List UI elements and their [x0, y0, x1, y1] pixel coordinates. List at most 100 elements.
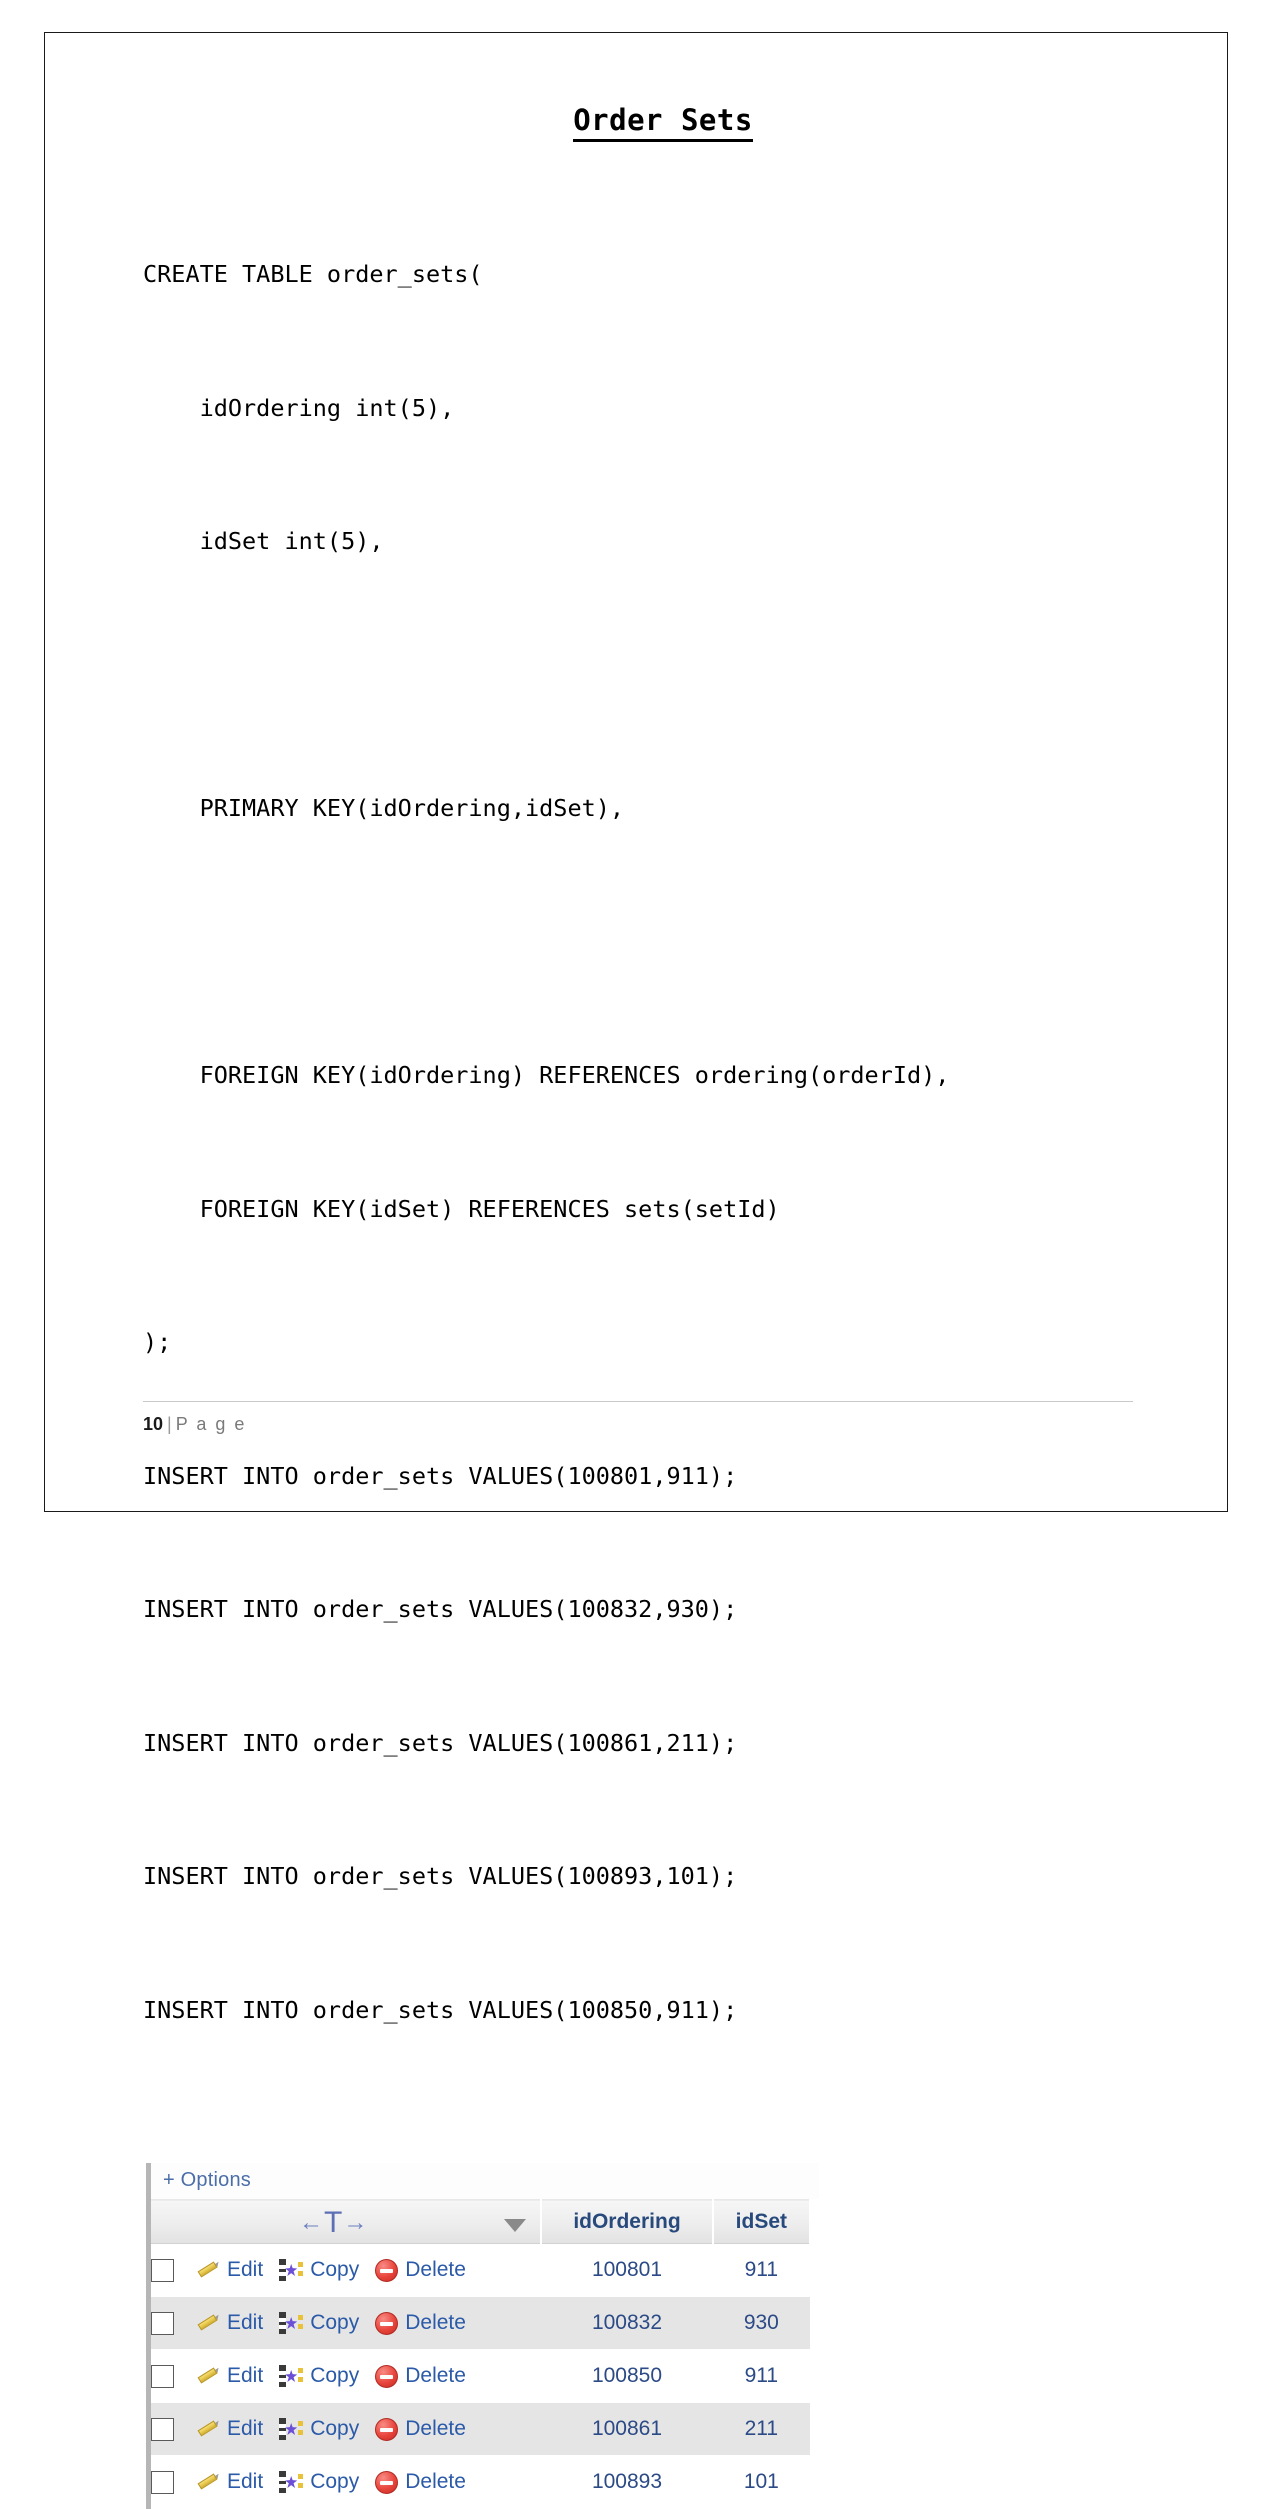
edit-action[interactable]: Edit: [196, 2470, 263, 2494]
delete-label: Delete: [405, 2311, 466, 2334]
page-content: Order Sets CREATE TABLE order_sets( idOr…: [143, 103, 1133, 2509]
row-select-checkbox[interactable]: [151, 2258, 174, 2282]
sql-line: INSERT INTO order_sets VALUES(100893,101…: [143, 1862, 738, 1890]
delete-label: Delete: [405, 2417, 466, 2440]
column-header-actions: ←T→: [151, 2199, 543, 2244]
copy-action[interactable]: Copy: [279, 2311, 359, 2335]
arrow-right-icon[interactable]: →: [343, 2209, 368, 2236]
delete-action[interactable]: Delete: [375, 2258, 466, 2282]
column-header-idset[interactable]: idSet: [712, 2199, 812, 2244]
copy-action[interactable]: Copy: [279, 2258, 359, 2282]
delete-action[interactable]: Delete: [375, 2364, 466, 2388]
row-select-checkbox[interactable]: [151, 2470, 174, 2494]
edit-label: Edit: [227, 2258, 264, 2281]
cell-idset: 101: [712, 2455, 810, 2509]
column-header-idordering[interactable]: idOrdering: [541, 2199, 714, 2244]
copy-label: Copy: [310, 2311, 360, 2334]
row-actions-cell: Edit Copy Delete: [151, 2243, 542, 2297]
page-title-text: Order Sets: [573, 103, 753, 142]
delete-icon: [375, 2258, 399, 2282]
cell-idordering: 100801: [541, 2243, 713, 2297]
options-toggle[interactable]: + Options: [151, 2163, 819, 2199]
delete-label: Delete: [405, 2470, 466, 2493]
cell-idordering: 100832: [541, 2296, 713, 2350]
sql-line: idOrdering int(5),: [143, 393, 455, 422]
page-frame: Order Sets CREATE TABLE order_sets( idOr…: [44, 32, 1228, 2509]
table-row: Edit Copy Delete: [151, 2296, 810, 2350]
footer-separator: |: [167, 1414, 172, 1434]
pencil-icon: [196, 2472, 220, 2492]
delete-action[interactable]: Delete: [375, 2417, 466, 2441]
edit-action[interactable]: Edit: [196, 2417, 263, 2441]
table-row: Edit Copy Delete: [151, 2402, 810, 2456]
delete-icon: [375, 2417, 399, 2441]
edit-label: Edit: [227, 2311, 264, 2334]
sql-line: INSERT INTO order_sets VALUES(100832,930…: [143, 1595, 738, 1623]
row-select-checkbox[interactable]: [151, 2364, 174, 2388]
edit-label: Edit: [227, 2470, 264, 2493]
delete-label: Delete: [405, 2364, 466, 2387]
footer-divider: [143, 1401, 1133, 1402]
pencil-icon: [196, 2366, 220, 2386]
delete-icon: [375, 2311, 399, 2335]
sql-line: CREATE TABLE order_sets(: [143, 260, 483, 288]
sql-code-block: CREATE TABLE order_sets( idOrdering int(…: [143, 163, 1133, 2121]
row-actions-cell: Edit Copy Delete: [151, 2296, 542, 2350]
footer-page-number: 10: [143, 1414, 164, 1434]
cell-idordering: 100893: [541, 2455, 713, 2509]
sql-line-blank: [143, 920, 1133, 965]
delete-icon: [375, 2364, 399, 2388]
edit-action[interactable]: Edit: [196, 2258, 263, 2282]
page-title: Order Sets: [143, 103, 1133, 142]
edit-label: Edit: [227, 2364, 264, 2387]
cell-idset: 911: [712, 2243, 810, 2297]
page-footer: 10 | P a g e: [143, 1401, 1133, 1435]
pencil-icon: [196, 2260, 220, 2280]
delete-action[interactable]: Delete: [375, 2311, 466, 2335]
cell-idset: 911: [712, 2349, 810, 2403]
sql-line: INSERT INTO order_sets VALUES(100861,211…: [143, 1728, 738, 1757]
phpmyadmin-result-panel: + Options ←T→ idOrdering idSet Edit Copy…: [146, 2163, 819, 2509]
results-table-body: Edit Copy Delete 100801 911 Edit Copy De…: [151, 2243, 810, 2509]
row-navigation-arrows[interactable]: ←T→: [287, 2206, 368, 2240]
footer-page-label: P a g e: [175, 1414, 247, 1434]
delete-label: Delete: [405, 2258, 466, 2281]
copy-icon: [279, 2365, 304, 2387]
copy-icon: [279, 2471, 304, 2493]
cell-idordering: 100861: [541, 2402, 713, 2456]
table-row: Edit Copy Delete: [151, 2243, 810, 2297]
copy-label: Copy: [310, 2417, 360, 2440]
edit-label: Edit: [227, 2417, 264, 2440]
row-select-checkbox[interactable]: [151, 2417, 174, 2441]
row-actions-cell: Edit Copy Delete: [151, 2455, 542, 2509]
copy-label: Copy: [310, 2258, 360, 2281]
copy-icon: [279, 2418, 304, 2440]
edit-action[interactable]: Edit: [196, 2364, 263, 2388]
copy-label: Copy: [310, 2470, 360, 2493]
delete-action[interactable]: Delete: [375, 2470, 466, 2494]
table-t-icon[interactable]: T: [324, 2206, 343, 2239]
chevron-down-icon[interactable]: [504, 2218, 527, 2232]
table-row: Edit Copy Delete: [151, 2349, 810, 2403]
sql-line: );: [143, 1328, 172, 1356]
delete-icon: [375, 2470, 399, 2494]
cell-idset: 930: [712, 2296, 810, 2350]
arrow-left-icon[interactable]: ←: [299, 2209, 324, 2236]
sql-line: INSERT INTO order_sets VALUES(100801,911…: [143, 1461, 738, 1490]
row-select-checkbox[interactable]: [151, 2311, 174, 2335]
sql-line: FOREIGN KEY(idSet) REFERENCES sets(setId…: [143, 1194, 780, 1223]
edit-action[interactable]: Edit: [196, 2311, 263, 2335]
results-table: ←T→ idOrdering idSet Edit Copy Delete 10…: [151, 2199, 812, 2509]
copy-label: Copy: [310, 2364, 360, 2387]
copy-icon: [279, 2259, 304, 2281]
sql-line: PRIMARY KEY(idOrdering,idSet),: [143, 794, 625, 822]
copy-action[interactable]: Copy: [279, 2417, 359, 2441]
sql-line-blank: [143, 653, 1133, 698]
sql-line: INSERT INTO order_sets VALUES(100850,911…: [143, 1995, 738, 2024]
cell-idordering: 100850: [541, 2349, 713, 2403]
copy-action[interactable]: Copy: [279, 2470, 359, 2494]
sql-line: idSet int(5),: [143, 527, 384, 555]
pencil-icon: [196, 2419, 220, 2439]
copy-action[interactable]: Copy: [279, 2364, 359, 2388]
row-actions-cell: Edit Copy Delete: [151, 2402, 542, 2456]
